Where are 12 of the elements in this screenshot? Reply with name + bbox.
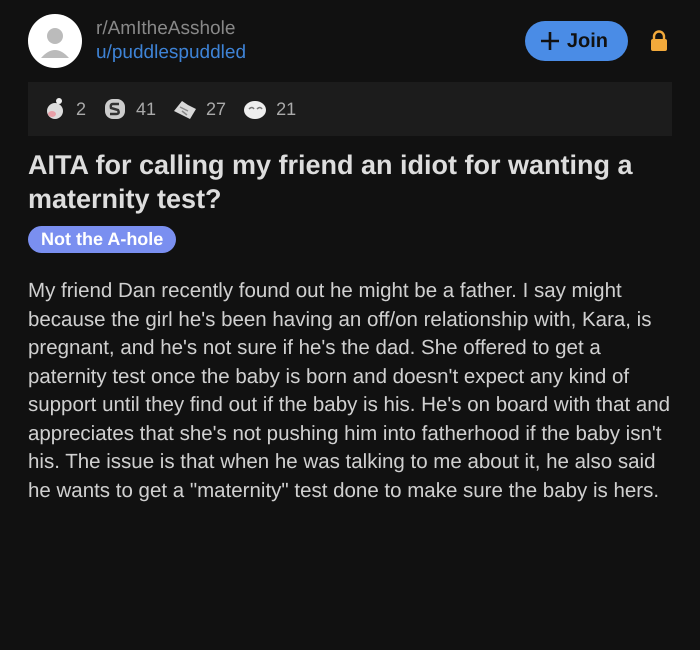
post-flair: Not the A-hole	[28, 226, 176, 253]
award-count: 2	[76, 98, 86, 120]
plus-icon	[538, 30, 561, 52]
avatar-icon	[28, 14, 82, 68]
subreddit-name[interactable]: r/AmItheAsshole	[96, 18, 511, 40]
post-body: My friend Dan recently found out he might be a father. I say might because the girl he's been having an off/on relationship with, Kara, is pregnant, and he's not sure if he's the dad. She offered to get a paternity test once the baby is born and doesn't expect any kind of support until they find out if the baby is his. He's on board with that and appreciates that she's not pushing him into fatherhood if the baby isn't his. The issue is that when he was talking to me about it, he also said he wants to get a "maternity" test done to make sure the baby is hers.	[28, 278, 672, 504]
post-title: AITA for calling my friend an idiot for wanting a maternity test?	[28, 149, 634, 216]
award-count: 21	[276, 98, 296, 120]
award-count: 27	[206, 98, 226, 120]
join-button[interactable]: Join	[524, 21, 628, 61]
username-link[interactable]: u/puddlespuddled	[96, 42, 511, 64]
award-count: 41	[136, 98, 156, 120]
